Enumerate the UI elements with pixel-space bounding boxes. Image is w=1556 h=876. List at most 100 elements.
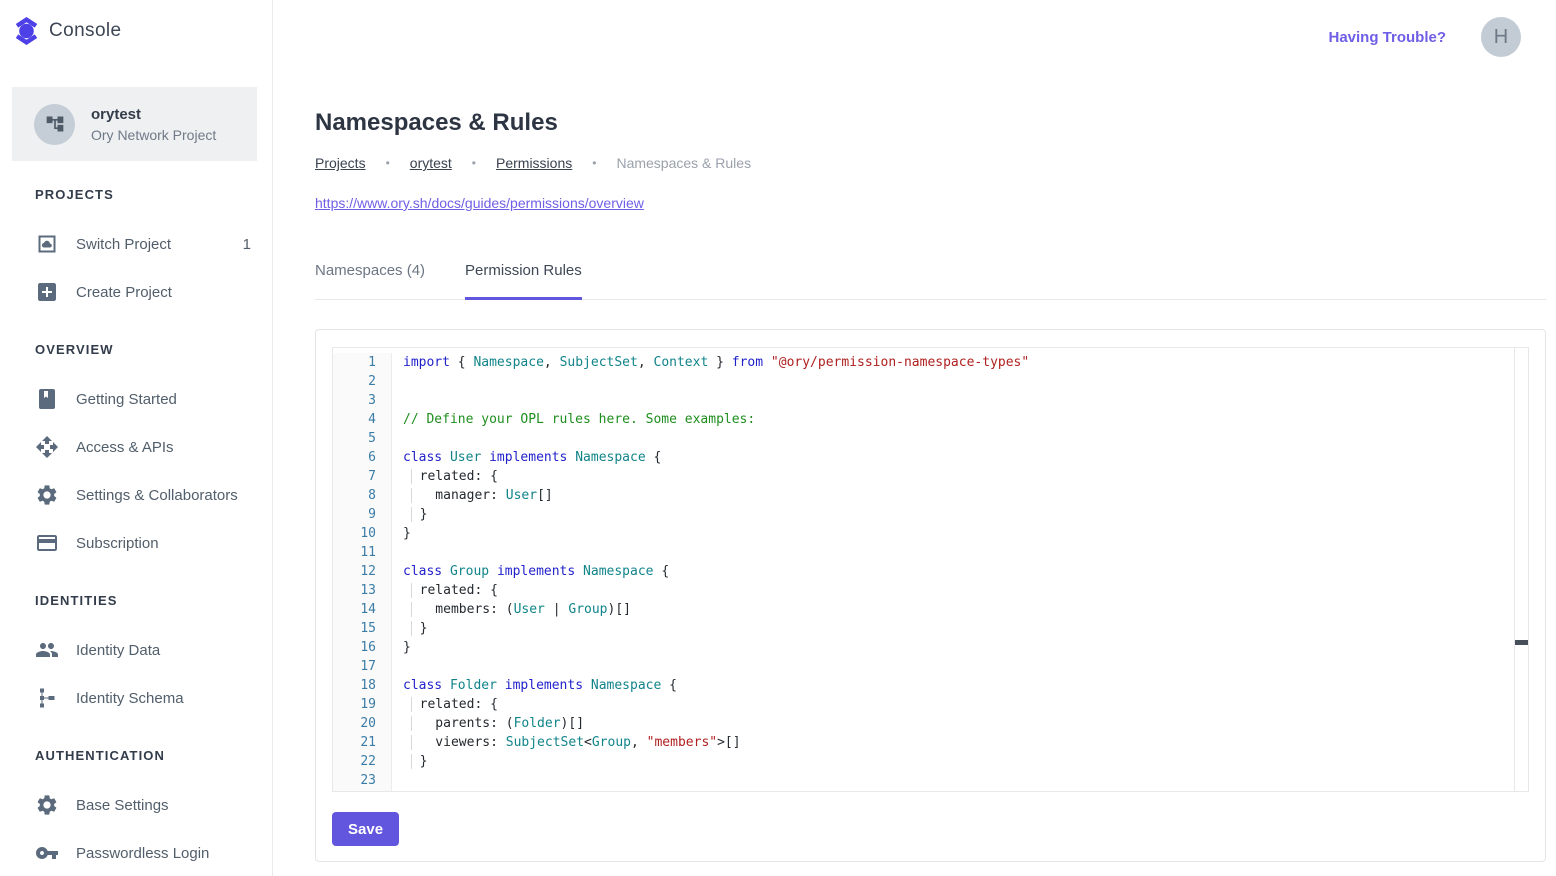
code-text: // Define your OPL rules here. Some exam… bbox=[392, 410, 755, 429]
sidebar-item-passwordless-login[interactable]: Passwordless Login bbox=[0, 829, 272, 876]
sidebar-item-subscription[interactable]: Subscription bbox=[0, 519, 272, 567]
code-text: } bbox=[392, 619, 427, 638]
sidebar-item-label: Settings & Collaborators bbox=[76, 487, 251, 504]
sidebar-item-switch-project[interactable]: Switch Project1 bbox=[0, 220, 272, 268]
sidebar-item-label: Identity Data bbox=[76, 642, 251, 659]
code-line: 20 parents: (Folder)[] bbox=[333, 714, 1528, 733]
breadcrumb-orytest[interactable]: orytest bbox=[410, 155, 452, 171]
code-text: related: { bbox=[392, 695, 498, 714]
line-number: 22 bbox=[333, 752, 392, 771]
line-number: 13 bbox=[333, 581, 392, 600]
line-number: 7 bbox=[333, 467, 392, 486]
line-number: 16 bbox=[333, 638, 392, 657]
breadcrumb-projects[interactable]: Projects bbox=[315, 155, 366, 171]
code-line: 18class Folder implements Namespace { bbox=[333, 676, 1528, 695]
code-line: 17 bbox=[333, 657, 1528, 676]
code-text bbox=[392, 391, 403, 410]
tab-permission-rules[interactable]: Permission Rules bbox=[465, 261, 582, 300]
sidebar-item-getting-started[interactable]: Getting Started bbox=[0, 375, 272, 423]
code-line: 4// Define your OPL rules here. Some exa… bbox=[333, 410, 1528, 429]
code-text bbox=[392, 372, 403, 391]
code-text: parents: (Folder)[] bbox=[392, 714, 584, 733]
sidebar-item-identity-schema[interactable]: Identity Schema bbox=[0, 674, 272, 722]
doc-link[interactable]: https://www.ory.sh/docs/guides/permissio… bbox=[315, 195, 644, 211]
code-text: } bbox=[392, 638, 411, 657]
scrollbar-thumb[interactable] bbox=[1515, 640, 1528, 645]
code-text: viewers: SubjectSet<Group, "members">[] bbox=[392, 733, 741, 752]
nav-section-title-authentication: AUTHENTICATION bbox=[35, 748, 272, 763]
code-text bbox=[392, 771, 403, 790]
project-text: orytest Ory Network Project bbox=[91, 106, 216, 143]
nav-section-title-overview: OVERVIEW bbox=[35, 342, 272, 357]
sidebar-item-create-project[interactable]: Create Project bbox=[0, 268, 272, 316]
line-number: 14 bbox=[333, 600, 392, 619]
sidebar-item-access-apis[interactable]: Access & APIs bbox=[0, 423, 272, 471]
breadcrumb-namespaces-rules: Namespaces & Rules bbox=[616, 155, 751, 171]
key-icon bbox=[35, 841, 59, 865]
line-number: 4 bbox=[333, 410, 392, 429]
sidebar-item-badge: 1 bbox=[243, 236, 251, 253]
project-type: Ory Network Project bbox=[91, 127, 216, 143]
line-number: 19 bbox=[333, 695, 392, 714]
code-line: 6class User implements Namespace { bbox=[333, 448, 1528, 467]
topbar: Having Trouble? H bbox=[273, 0, 1556, 74]
save-button[interactable]: Save bbox=[332, 812, 399, 846]
editor-scrollbar[interactable] bbox=[1514, 348, 1528, 791]
code-line: 15 } bbox=[333, 619, 1528, 638]
having-trouble-link[interactable]: Having Trouble? bbox=[1328, 29, 1446, 46]
code-line: 13 related: { bbox=[333, 581, 1528, 600]
switch-project-icon bbox=[35, 232, 59, 256]
code-text: } bbox=[392, 524, 411, 543]
breadcrumb-separator: • bbox=[386, 156, 390, 170]
project-name: orytest bbox=[91, 106, 216, 123]
code-text: manager: User[] bbox=[392, 486, 553, 505]
code-text: } bbox=[392, 505, 427, 524]
sidebar-item-label: Subscription bbox=[76, 535, 251, 552]
editor-card: 1import { Namespace, SubjectSet, Context… bbox=[315, 329, 1546, 862]
add-box-icon bbox=[35, 280, 59, 304]
code-line: 7 related: { bbox=[333, 467, 1528, 486]
sidebar-item-label: Access & APIs bbox=[76, 439, 251, 456]
code-line: 23 bbox=[333, 771, 1528, 790]
code-line: 22 } bbox=[333, 752, 1528, 771]
page-content: Namespaces & Rules Projects • orytest • Perm… bbox=[273, 74, 1556, 862]
line-number: 15 bbox=[333, 619, 392, 638]
code-line: 21 viewers: SubjectSet<Group, "members">… bbox=[333, 733, 1528, 752]
code-line: 9 } bbox=[333, 505, 1528, 524]
tab-namespaces-4[interactable]: Namespaces (4) bbox=[315, 261, 425, 300]
sidebar-item-base-settings[interactable]: Base Settings bbox=[0, 781, 272, 829]
code-editor[interactable]: 1import { Namespace, SubjectSet, Context… bbox=[332, 347, 1529, 792]
code-text bbox=[392, 657, 403, 676]
line-number: 24 bbox=[333, 790, 392, 792]
user-avatar[interactable]: H bbox=[1481, 17, 1521, 57]
gear-icon bbox=[35, 793, 59, 817]
sidebar-item-settings-collaborators[interactable]: Settings & Collaborators bbox=[0, 471, 272, 519]
nav-section-title-identities: IDENTITIES bbox=[35, 593, 272, 608]
sidebar-item-label: Getting Started bbox=[76, 391, 251, 408]
line-number: 18 bbox=[333, 676, 392, 695]
code-line: 5 bbox=[333, 429, 1528, 448]
nav-section-title-projects: PROJECTS bbox=[35, 187, 272, 202]
project-avatar bbox=[34, 104, 75, 145]
line-number: 17 bbox=[333, 657, 392, 676]
logo-home-link[interactable]: Console bbox=[0, 0, 272, 46]
main-area: Having Trouble? H Namespaces & Rules Pro… bbox=[273, 0, 1556, 876]
code-text: related: { bbox=[392, 581, 498, 600]
project-selector[interactable]: orytest Ory Network Project bbox=[12, 87, 257, 161]
code-text bbox=[392, 543, 403, 562]
breadcrumb-permissions[interactable]: Permissions bbox=[496, 155, 572, 171]
line-number: 2 bbox=[333, 372, 392, 391]
sidebar-item-label: Identity Schema bbox=[76, 690, 251, 707]
line-number: 3 bbox=[333, 391, 392, 410]
sidebar-item-identity-data[interactable]: Identity Data bbox=[0, 626, 272, 674]
move-arrows-icon bbox=[35, 435, 59, 459]
line-number: 6 bbox=[333, 448, 392, 467]
line-number: 5 bbox=[333, 429, 392, 448]
code-text: import { Namespace, SubjectSet, Context … bbox=[392, 353, 1029, 372]
line-number: 9 bbox=[333, 505, 392, 524]
sidebar-nav: PROJECTS Switch Project1Create Project OVE… bbox=[0, 187, 272, 876]
breadcrumb-separator: • bbox=[472, 156, 476, 170]
code-line: 1import { Namespace, SubjectSet, Context… bbox=[333, 353, 1528, 372]
code-line: 16} bbox=[333, 638, 1528, 657]
code-text: } bbox=[392, 752, 427, 771]
